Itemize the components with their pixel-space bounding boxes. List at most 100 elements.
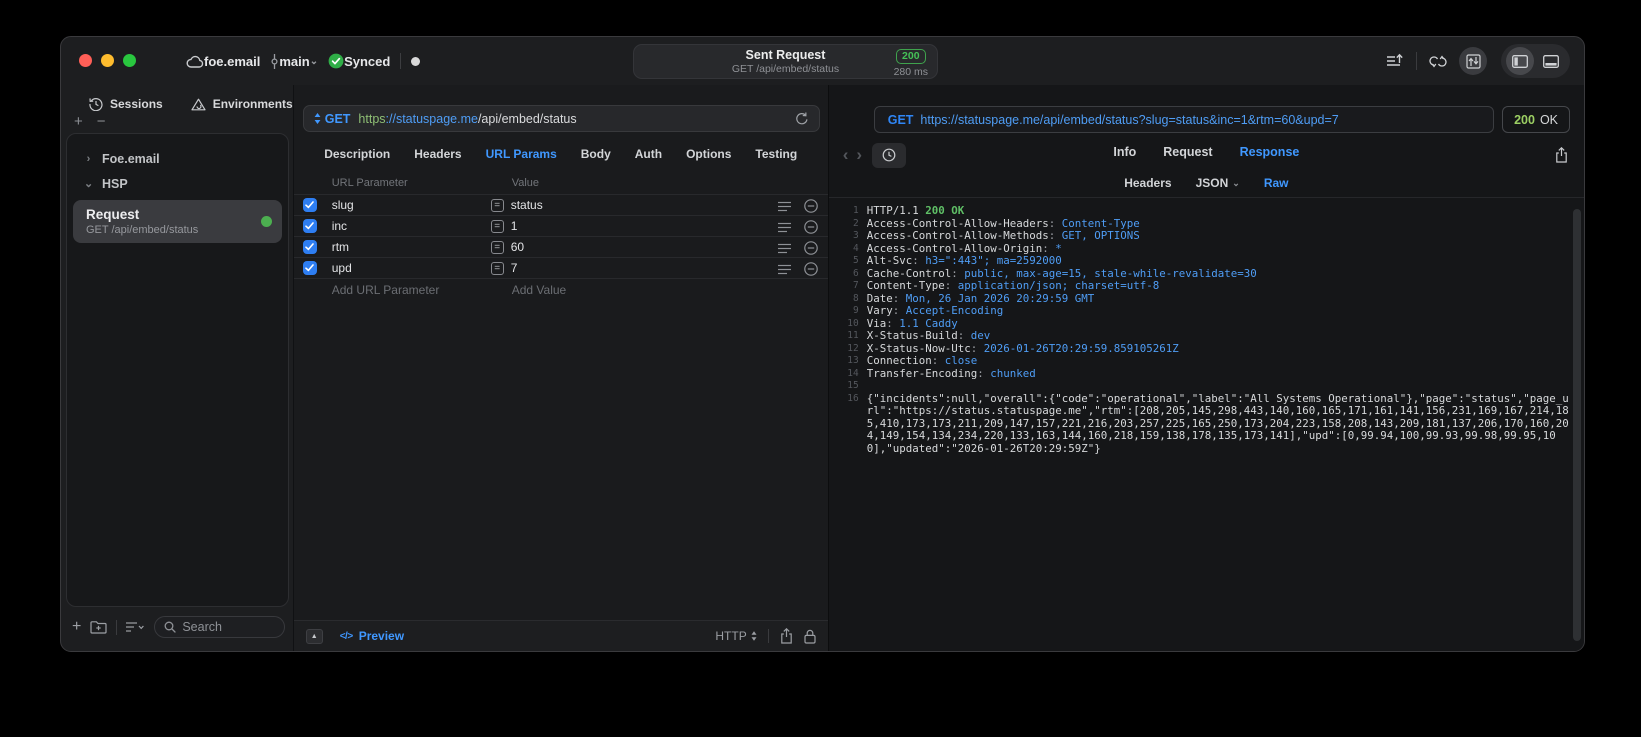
param-enabled-checkbox[interactable]	[302, 198, 317, 212]
line-number: 5	[852, 255, 859, 266]
param-value-field[interactable]: status	[511, 198, 543, 212]
param-options-icon[interactable]	[777, 201, 791, 212]
add-url-parameter-field[interactable]: Add URL Parameter	[332, 283, 440, 297]
param-row: slug = status	[293, 194, 828, 215]
tab-sessions-label: Sessions	[110, 97, 163, 111]
project-name[interactable]: foe.email	[204, 54, 260, 69]
tab-options[interactable]: Options	[686, 147, 731, 161]
code-line: 11 X-Status-Build: dev	[829, 329, 1570, 343]
tab-testing[interactable]: Testing	[755, 147, 797, 161]
tab-auth[interactable]: Auth	[635, 147, 662, 161]
tab-sessions[interactable]: Sessions	[89, 97, 163, 111]
request-status-center: Sent Request GET /api/embed/status	[634, 45, 937, 78]
add-request-button[interactable]: +	[72, 619, 81, 635]
protocol-selector[interactable]: HTTP	[715, 629, 757, 643]
sidebar-footer: + Search	[61, 611, 293, 651]
chevron-down-icon[interactable]: ⌄	[84, 177, 93, 190]
tab-environments[interactable]: Environments	[191, 97, 293, 111]
request-status-pill[interactable]: Sent Request GET /api/embed/status 200 2…	[633, 44, 938, 79]
request-list-item-selected[interactable]: Request GET /api/embed/status	[73, 200, 282, 243]
protocol-label: HTTP	[715, 629, 747, 643]
view-tab-raw[interactable]: Raw	[1264, 176, 1289, 190]
param-name-field[interactable]: rtm	[332, 240, 349, 254]
request-url-bar[interactable]: GET https://statuspage.me/api/embed/stat…	[302, 105, 820, 132]
param-enabled-checkbox[interactable]	[302, 219, 317, 233]
prism-icon	[191, 98, 206, 111]
param-remove-icon[interactable]	[803, 241, 818, 255]
session-dot-icon[interactable]	[411, 56, 421, 66]
scrollbar[interactable]	[1573, 209, 1581, 641]
tab-request[interactable]: Request	[1163, 145, 1212, 159]
param-remove-icon[interactable]	[803, 220, 818, 234]
titlebar-actions-divider	[1416, 52, 1417, 70]
param-value-field[interactable]: 60	[511, 240, 524, 254]
toggle-bottom-panel-button[interactable]	[1537, 47, 1565, 75]
param-enabled-checkbox[interactable]	[302, 261, 317, 275]
branch-name[interactable]: main	[279, 54, 309, 69]
tree-item-hsp[interactable]: ⌄ HSP	[67, 171, 288, 196]
view-tab-json[interactable]: JSON ⌄	[1196, 176, 1240, 190]
line-number: 13	[847, 355, 859, 366]
line-number: 3	[852, 230, 859, 241]
code-line: 16 {"incidents":null,"overall":{"code":"o…	[829, 392, 1570, 456]
param-name-field[interactable]: inc	[332, 219, 347, 233]
add-value-field[interactable]: Add Value	[512, 283, 567, 297]
request-method[interactable]: GET	[325, 112, 351, 126]
window-controls	[79, 54, 136, 67]
lock-icon[interactable]	[804, 629, 816, 644]
param-name-field[interactable]: slug	[332, 198, 354, 212]
param-row: upd = 7	[293, 257, 828, 279]
add-session-button[interactable]: +	[74, 114, 83, 131]
code-line: 13 Connection: close	[829, 354, 1570, 368]
nav-forward-icon[interactable]: ›	[852, 145, 866, 165]
view-tab-headers[interactable]: Headers	[1124, 176, 1171, 190]
param-value-field[interactable]: 7	[511, 261, 518, 275]
sidebar-search-input[interactable]: Search	[154, 616, 285, 638]
zoom-window-button[interactable]	[123, 54, 136, 67]
collapse-panel-button[interactable]: ▲	[305, 628, 323, 644]
line-number: 14	[847, 367, 859, 379]
tree-item-foe-email[interactable]: › Foe.email	[67, 146, 288, 171]
request-url[interactable]: https://statuspage.me/api/embed/status	[358, 112, 576, 126]
share-icon[interactable]	[780, 628, 793, 644]
resend-request-icon[interactable]	[795, 111, 809, 126]
param-options-icon[interactable]	[777, 264, 791, 275]
param-name-field[interactable]: upd	[332, 261, 352, 275]
tab-headers[interactable]: Headers	[414, 147, 461, 161]
param-options-icon[interactable]	[777, 222, 791, 233]
response-raw-view[interactable]: 1 HTTP/1.1 200 OK 2 Access-Control-Allow-He…	[829, 198, 1584, 651]
close-window-button[interactable]	[79, 54, 92, 67]
sort-options-icon[interactable]	[126, 621, 145, 633]
param-enabled-checkbox[interactable]	[302, 240, 317, 254]
param-options-icon[interactable]	[777, 243, 791, 254]
remove-session-button[interactable]: −	[97, 114, 106, 131]
tab-response[interactable]: Response	[1240, 145, 1300, 159]
response-history-button[interactable]	[872, 142, 907, 168]
tab-body[interactable]: Body	[581, 147, 611, 161]
line-number: 8	[852, 292, 859, 304]
request-editor-panel: GET https://statuspage.me/api/embed/stat…	[292, 85, 829, 651]
param-value-field[interactable]: 1	[511, 219, 518, 233]
param-remove-icon[interactable]	[803, 199, 818, 213]
chevron-right-icon[interactable]: ›	[84, 153, 93, 165]
export-response-icon[interactable]	[1555, 147, 1568, 163]
titlebar-actions	[1387, 37, 1570, 85]
tab-info[interactable]: Info	[1113, 145, 1136, 159]
sent-url-box[interactable]: GET https://statuspage.me/api/embed/stat…	[873, 106, 1495, 133]
sent-request-subtitle: GET /api/embed/status	[731, 63, 840, 75]
toggle-sidebar-button[interactable]	[1506, 47, 1534, 75]
flow-loops-icon[interactable]	[1428, 54, 1448, 69]
add-folder-icon[interactable]	[90, 620, 107, 634]
preview-button[interactable]: </> Preview	[340, 629, 404, 643]
nav-back-icon[interactable]: ‹	[839, 145, 853, 165]
import-export-button[interactable]	[1459, 47, 1487, 75]
method-stepper-icon[interactable]	[314, 113, 321, 124]
sort-list-icon[interactable]	[1387, 53, 1405, 69]
tab-description[interactable]: Description	[324, 147, 390, 161]
tab-url-params[interactable]: URL Params	[486, 147, 557, 161]
titlebar-divider	[400, 53, 402, 69]
branch-chevron-icon[interactable]: ⌄	[310, 56, 318, 67]
param-remove-icon[interactable]	[803, 262, 818, 276]
code-line: 1 HTTP/1.1 200 OK	[829, 204, 1570, 218]
minimize-window-button[interactable]	[101, 54, 114, 67]
